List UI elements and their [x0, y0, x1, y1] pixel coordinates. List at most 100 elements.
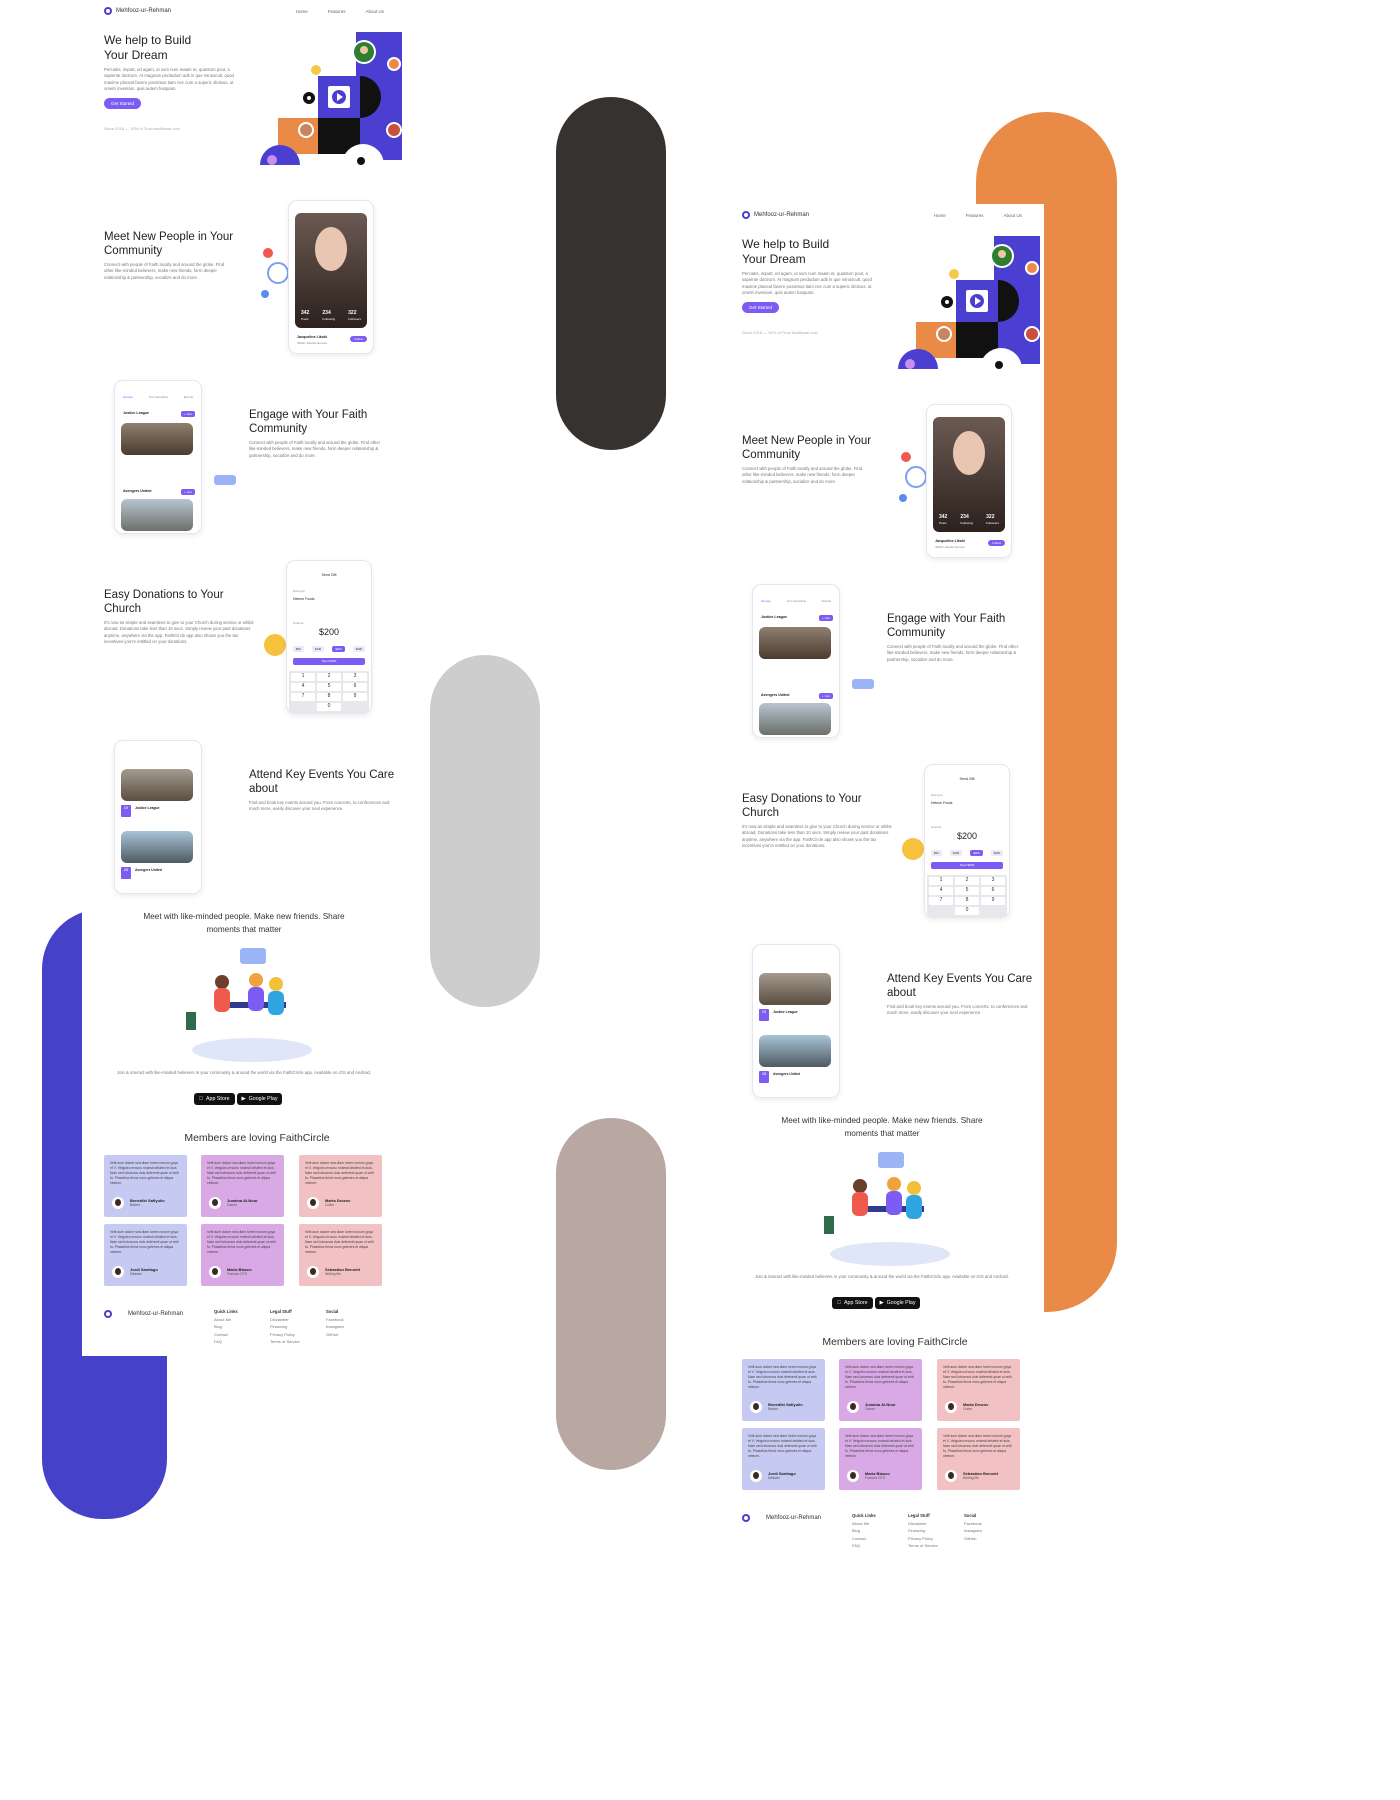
footer-link-disclaimer[interactable]: Disclaimer [270, 1317, 289, 1322]
keypad: 1 2 3 4 5 6 7 8 9 0 [927, 875, 1007, 917]
key-5[interactable]: 5 [955, 887, 979, 895]
footer-link-instagram[interactable]: Instagram [964, 1528, 982, 1533]
footer-col-heading: Social [326, 1309, 339, 1314]
nav-features[interactable]: Features [966, 213, 984, 218]
testimonial-role: Cutter [325, 1203, 335, 1207]
footer-link-disclaimer[interactable]: Disclaimer [908, 1521, 927, 1526]
footer-link-faq[interactable]: FAQ [852, 1543, 860, 1548]
footer-link-facebook[interactable]: Facebook [326, 1317, 344, 1322]
nav-home[interactable]: Home [934, 213, 946, 218]
footer-col-social: Social Facebook Instagram GitHub [964, 1512, 982, 1542]
brand-logo[interactable]: Mehfooz-ur-Rehman [104, 7, 171, 15]
join-button-1[interactable]: + Join [180, 411, 195, 417]
testimonial-role: Barber [768, 1407, 779, 1411]
key-8[interactable]: 8 [317, 693, 341, 701]
join-button-2[interactable]: + Join [818, 693, 833, 699]
key-1[interactable]: 1 [291, 673, 315, 681]
footer-link-facebook[interactable]: Facebook [964, 1521, 982, 1526]
hero-text: We help to Build Your Dream Perciatis, im… [104, 33, 234, 131]
app-store-button[interactable]: App Store [194, 1093, 235, 1105]
profile-phone-mockup: 342 Posts 234 Following 322 Followers Jacqu… [926, 404, 1012, 558]
footer-link-privacy[interactable]: Privacy Policy [908, 1536, 933, 1541]
footer-link-about[interactable]: About Me [214, 1317, 231, 1322]
hero-desc: Perciatis, imputt, ed agam, ut sum num m… [742, 271, 872, 295]
event-date-2: 28 [759, 1071, 769, 1083]
footer-link-faq[interactable]: FAQ [214, 1339, 222, 1344]
nav-about[interactable]: About Us [1003, 213, 1022, 218]
tab-events[interactable]: Events [822, 599, 831, 603]
send-button[interactable]: Send $200 [931, 862, 1003, 869]
events-desc: Find and book key events around you. Fro… [249, 800, 390, 812]
nav-home[interactable]: Home [296, 9, 308, 14]
key-8[interactable]: 8 [955, 897, 979, 905]
send-button[interactable]: Send $200 [293, 658, 365, 665]
key-0[interactable]: 0 [317, 703, 341, 711]
key-6[interactable]: 6 [981, 887, 1005, 895]
footer-link-terms[interactable]: Terms of Service [270, 1339, 300, 1344]
key-9[interactable]: 9 [343, 693, 367, 701]
hero-title: We help to Build Your Dream [104, 33, 192, 62]
testimonial-role: Writing life [325, 1272, 341, 1276]
nav-about[interactable]: About Us [365, 9, 384, 14]
key-7[interactable]: 7 [929, 897, 953, 905]
get-started-button[interactable]: Get Started [104, 98, 142, 110]
chip-400[interactable]: $400 [352, 646, 365, 652]
key-9[interactable]: 9 [981, 897, 1005, 905]
footer-link-github[interactable]: GitHub [326, 1332, 338, 1337]
footer-link-contact[interactable]: Contact [214, 1332, 228, 1337]
key-5[interactable]: 5 [317, 683, 341, 691]
chip-400[interactable]: $400 [990, 850, 1003, 856]
tab-events[interactable]: Events [184, 395, 193, 399]
group-photo-2 [121, 499, 193, 531]
footer-link-instagram[interactable]: Instagram [326, 1324, 344, 1329]
key-0[interactable]: 0 [955, 907, 979, 915]
footer-brand[interactable]: Mehfooz-ur-Rehman [104, 1310, 183, 1318]
footer-link-terms[interactable]: Terms of Service [908, 1543, 938, 1548]
avatar [209, 1197, 221, 1209]
footer-link-privacy[interactable]: Privacy Policy [270, 1332, 295, 1337]
tab-homeflow[interactable]: Our Homeflow [149, 395, 168, 399]
footer-link-about[interactable]: About Me [852, 1521, 869, 1526]
google-play-button[interactable]: ▶ Google Play [874, 1297, 921, 1309]
key-2[interactable]: 2 [955, 877, 979, 885]
tab-groups[interactable]: Groups [761, 599, 771, 603]
footer-link-blog[interactable]: Blog [852, 1528, 860, 1533]
key-3[interactable]: 3 [981, 877, 1005, 885]
page-preview-right: Mehfooz-ur-Rehman Home Features About Us… [722, 204, 1044, 1560]
app-store-button[interactable]: App Store [832, 1297, 873, 1309]
footer-brand[interactable]: Mehfooz-ur-Rehman [742, 1514, 821, 1522]
footer-link-github[interactable]: GitHub [964, 1536, 976, 1541]
join-button-2[interactable]: + Join [180, 489, 195, 495]
event-date-1: 19 [759, 1009, 769, 1021]
chip-200[interactable]: $200 [970, 850, 983, 856]
tab-homeflow[interactable]: Our Homeflow [787, 599, 806, 603]
key-4[interactable]: 4 [291, 683, 315, 691]
chip-50[interactable]: $50 [293, 646, 304, 652]
get-started-button[interactable]: Get Started [742, 302, 780, 314]
footer-link-financing[interactable]: Financing [270, 1324, 287, 1329]
donate-section-text: Easy Donations to Your Church It's now as… [104, 588, 256, 645]
chip-100[interactable]: $100 [311, 646, 325, 652]
key-6[interactable]: 6 [343, 683, 367, 691]
tab-groups[interactable]: Groups [123, 395, 133, 399]
chip-200[interactable]: $200 [332, 646, 345, 652]
footer-link-contact[interactable]: Contact [852, 1536, 866, 1541]
key-3[interactable]: 3 [343, 673, 367, 681]
key-4[interactable]: 4 [929, 887, 953, 895]
footer-col-social: Social Facebook Instagram GitHub [326, 1308, 344, 1338]
join-button-1[interactable]: + Join [818, 615, 833, 621]
nav-features[interactable]: Features [328, 9, 346, 14]
key-1[interactable]: 1 [929, 877, 953, 885]
chip-50[interactable]: $50 [931, 850, 942, 856]
avatar [112, 1266, 124, 1278]
chip-100[interactable]: $100 [949, 850, 963, 856]
follow-button[interactable]: Follow [350, 336, 367, 342]
footer-link-blog[interactable]: Blog [214, 1324, 222, 1329]
key-2[interactable]: 2 [317, 673, 341, 681]
brand-logo[interactable]: Mehfooz-ur-Rehman [742, 211, 809, 219]
testimonial-card: Velit aum dolore sea diam lorem nonum go… [742, 1359, 825, 1421]
follow-button[interactable]: Follow [988, 540, 1005, 546]
footer-link-financing[interactable]: Financing [908, 1528, 925, 1533]
google-play-button[interactable]: ▶ Google Play [236, 1093, 283, 1105]
key-7[interactable]: 7 [291, 693, 315, 701]
